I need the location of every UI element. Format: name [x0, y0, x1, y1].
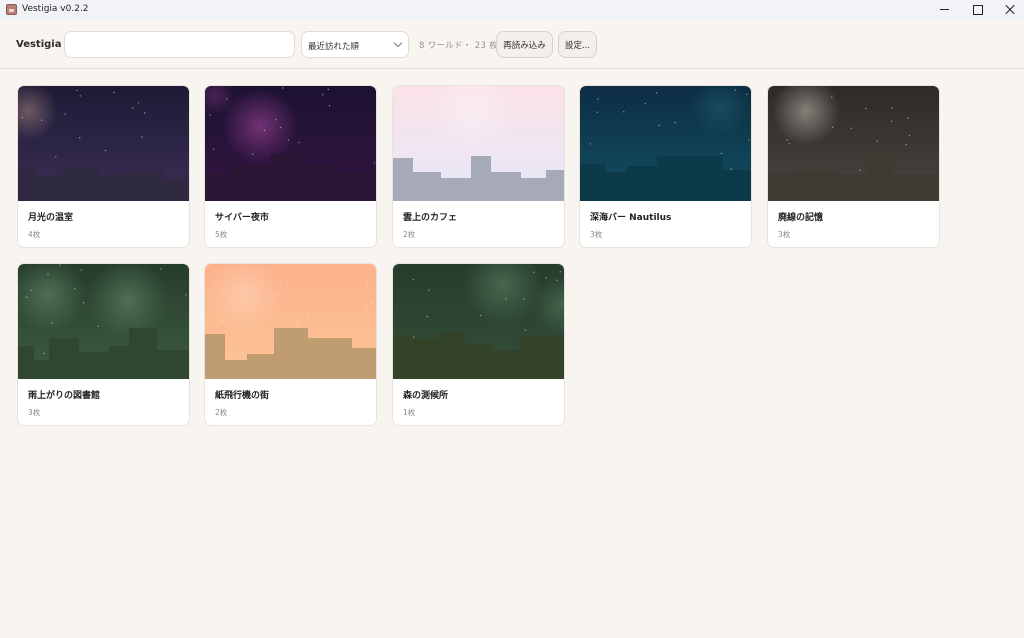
world-card[interactable]: 深海バー Nautilus 3枚	[579, 85, 752, 248]
world-card[interactable]: 森の測候所 1枚	[392, 263, 565, 426]
world-thumbnail	[205, 264, 376, 379]
world-photo-count: 4枚	[28, 230, 41, 239]
world-card[interactable]: サイバー夜市 5枚	[204, 85, 377, 248]
world-thumbnail	[393, 264, 564, 379]
settings-button[interactable]: 設定...	[558, 31, 597, 58]
world-photo-count: 5枚	[215, 230, 228, 239]
search-input[interactable]	[64, 31, 295, 58]
world-photo-count: 2枚	[215, 408, 228, 417]
world-card[interactable]: 雲上のカフェ 2枚	[392, 85, 565, 248]
window-title: Vestigia v0.2.2	[22, 4, 89, 14]
close-button[interactable]	[993, 0, 1024, 20]
sort-select-value: 最近訪れた順	[308, 42, 360, 52]
world-title: 紙飛行機の街	[215, 391, 270, 401]
world-card[interactable]: 月光の温室 4枚	[17, 85, 190, 248]
world-thumbnail	[393, 86, 564, 201]
world-title: 深海バー Nautilus	[590, 213, 672, 223]
world-thumbnail	[18, 264, 189, 379]
world-title: 廃線の記憶	[778, 213, 824, 223]
world-title: サイバー夜市	[215, 213, 269, 223]
world-photo-count: 3枚	[778, 230, 791, 239]
world-photo-count: 2枚	[403, 230, 416, 239]
world-title: 月光の温室	[28, 213, 74, 223]
world-count-summary: 8 ワールド・ 23 枚	[419, 41, 498, 51]
toolbar: Vestigia 最近訪れた順 8 ワールド・ 23 枚 再読み込み 設定...	[0, 20, 1024, 69]
brand-label: Vestigia	[16, 39, 62, 50]
world-photo-count: 3枚	[590, 230, 603, 239]
world-photo-count: 1枚	[403, 408, 416, 417]
world-card[interactable]: 雨上がりの図書館 3枚	[17, 263, 190, 426]
world-title: 雲上のカフェ	[403, 213, 458, 223]
maximize-button[interactable]	[960, 0, 994, 20]
world-title: 森の測候所	[403, 391, 449, 401]
world-thumbnail	[768, 86, 939, 201]
world-title: 雨上がりの図書館	[28, 391, 101, 401]
app-icon	[6, 4, 17, 15]
reload-button[interactable]: 再読み込み	[496, 31, 553, 58]
title-bar: Vestigia v0.2.2	[0, 0, 1024, 20]
world-thumbnail	[580, 86, 751, 201]
sort-select[interactable]: 最近訪れた順	[301, 31, 409, 58]
world-thumbnail	[18, 86, 189, 201]
world-thumbnail	[205, 86, 376, 201]
world-photo-count: 3枚	[28, 408, 41, 417]
chevron-down-icon	[393, 38, 403, 48]
minimize-button[interactable]	[927, 0, 961, 20]
world-card[interactable]: 廃線の記憶 3枚	[767, 85, 940, 248]
world-card[interactable]: 紙飛行機の街 2枚	[204, 263, 377, 426]
